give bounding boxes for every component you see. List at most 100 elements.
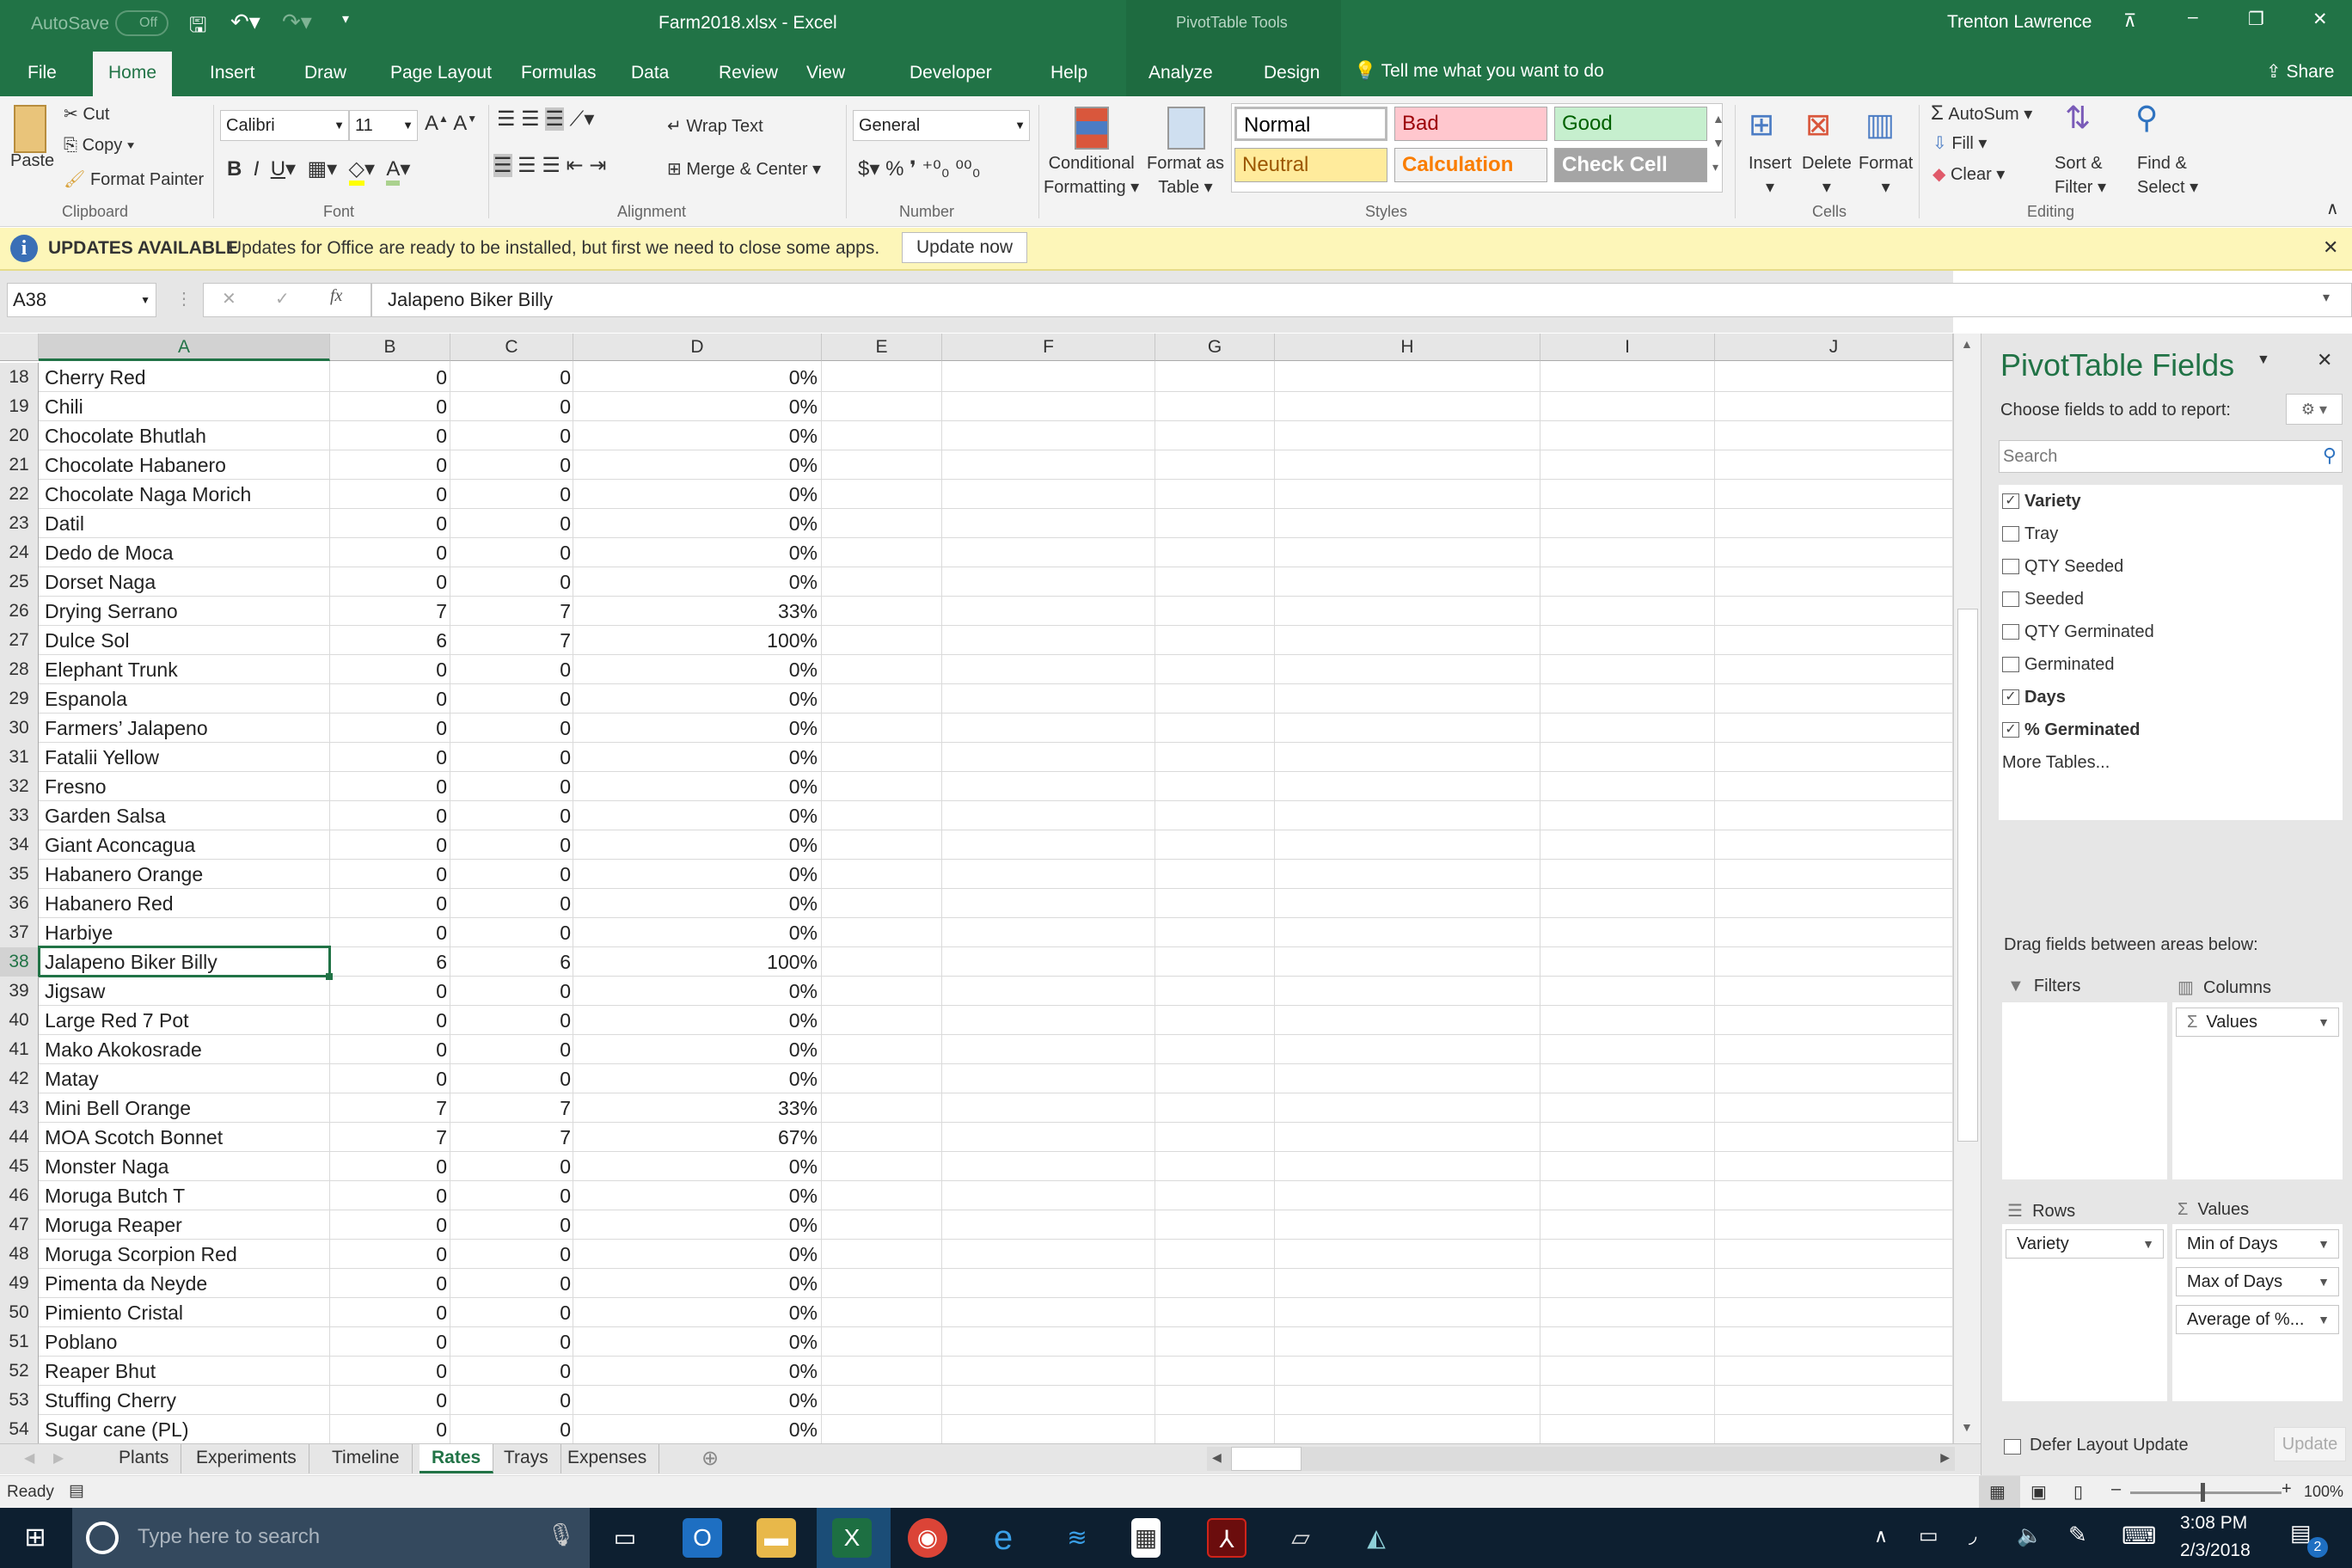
cell-variety[interactable]: Matay [45,1064,99,1093]
columns-drop-area[interactable]: Σ Values ▼ [2172,1002,2343,1179]
microphone-icon[interactable]: 🎙 [547,1522,575,1548]
row-header[interactable]: 47 [0,1210,39,1240]
cell-min-days[interactable]: 0 [330,421,447,450]
row-header[interactable]: 39 [0,977,39,1006]
cell-avg-germinated[interactable]: 0% [573,1240,818,1269]
cell-variety[interactable]: Chocolate Habanero [45,450,226,480]
tab-home[interactable]: Home [93,52,173,96]
cell-variety[interactable]: Habanero Orange [45,860,203,889]
borders-icon[interactable]: ▦▾ [307,157,337,181]
cell-variety[interactable]: Pimiento Cristal [45,1298,183,1327]
row-header[interactable]: 46 [0,1181,39,1210]
find-icon[interactable]: ⚲ [2135,100,2158,136]
format-button[interactable]: Format ▾ [1859,151,1913,199]
cell-max-days[interactable]: 0 [450,1210,571,1240]
cell-min-days[interactable]: 7 [330,597,447,626]
cell-max-days[interactable]: 0 [450,830,571,860]
clock-time[interactable]: 3:08 PM [2180,1513,2247,1534]
row-header[interactable]: 41 [0,1035,39,1064]
cell-variety[interactable]: MOA Scotch Bonnet [45,1123,223,1152]
cell-variety[interactable]: Garden Salsa [45,801,166,830]
field-checkbox[interactable]: ✓ [2002,689,2019,705]
cell-variety[interactable]: Espanola [45,684,127,714]
cell-variety[interactable]: Moruga Butch T [45,1181,185,1210]
cell-min-days[interactable]: 0 [330,889,447,918]
area-field-pill[interactable]: Max of Days ▼ [2176,1267,2339,1296]
zoom-level[interactable]: 100% [2304,1483,2343,1501]
horizontal-align-icons[interactable]: ☰ ☰ ☰ ⇤ ⇥ [493,153,606,178]
close-notification-icon[interactable]: ✕ [2323,236,2338,259]
cell-max-days[interactable]: 0 [450,918,571,947]
cell-min-days[interactable]: 6 [330,947,447,977]
row-header[interactable]: 26 [0,597,39,626]
cell-avg-germinated[interactable]: 0% [573,1035,818,1064]
cell-avg-germinated[interactable]: 0% [573,743,818,772]
field-label[interactable]: QTY Germinated [2024,622,2154,642]
internet-explorer-icon[interactable]: e [983,1518,1023,1558]
fill-button[interactable]: ⇩ Fill ▾ [1932,132,1987,154]
row-header[interactable]: 24 [0,538,39,567]
cell-variety[interactable]: Elephant Trunk [45,655,178,684]
cell-max-days[interactable]: 0 [450,1152,571,1181]
pane-options-icon[interactable]: ▼ [2257,352,2270,368]
cell-min-days[interactable]: 0 [330,1269,447,1298]
cell-max-days[interactable]: 0 [450,480,571,509]
cell-max-days[interactable]: 0 [450,1006,571,1035]
column-header-F[interactable]: F [942,334,1155,361]
cell-min-days[interactable]: 0 [330,1357,447,1386]
cell-max-days[interactable]: 0 [450,421,571,450]
cell-max-days[interactable]: 0 [450,1035,571,1064]
cell-max-days[interactable]: 7 [450,626,571,655]
format-as-table-button[interactable]: Format as Table ▾ [1147,151,1224,199]
style-calculation[interactable]: Calculation [1394,148,1547,182]
sheet-tab-expenses[interactable]: Expenses [555,1444,660,1473]
cell-avg-germinated[interactable]: 0% [573,363,818,392]
cell-variety[interactable]: Moruga Scorpion Red [45,1240,237,1269]
column-header-E[interactable]: E [822,334,942,361]
cell-max-days[interactable]: 0 [450,1240,571,1269]
chevron-down-icon[interactable]: ▼ [2318,1306,2330,1333]
bold-icon[interactable]: B [227,157,242,181]
taskbar-search-box[interactable]: Type here to search 🎙 [72,1508,590,1568]
delete-cells-icon[interactable]: ⊠ [1805,107,1831,143]
cell-max-days[interactable]: 0 [450,772,571,801]
cell-avg-germinated[interactable]: 0% [573,421,818,450]
row-header[interactable]: 48 [0,1240,39,1269]
cell-variety[interactable]: Drying Serrano [45,597,178,626]
autosave-toggle[interactable]: Off [115,10,168,36]
ribbon-display-icon[interactable]: ⊼ [2123,10,2136,32]
scrollbar-thumb[interactable] [1957,609,1978,1142]
search-icon[interactable]: ⚲ [2323,444,2337,467]
cell-min-days[interactable]: 0 [330,714,447,743]
tab-analyze[interactable]: Analyze [1133,52,1228,96]
cell-min-days[interactable]: 0 [330,918,447,947]
cell-avg-germinated[interactable]: 0% [573,1269,818,1298]
app-icon[interactable]: ◭ [1357,1518,1396,1558]
column-header-A[interactable]: A [39,334,330,361]
redo-icon[interactable]: ↷▾ [282,9,312,35]
tab-page-layout[interactable]: Page Layout [375,52,507,96]
style-good[interactable]: Good [1554,107,1707,141]
tab-design[interactable]: Design [1248,52,1335,96]
clear-button[interactable]: ◆ Clear ▾ [1932,163,2005,185]
zoom-out-icon[interactable]: – [2111,1479,2121,1499]
column-header-C[interactable]: C [450,334,573,361]
cell-variety[interactable]: Chocolate Naga Morich [45,480,251,509]
row-header[interactable]: 33 [0,801,39,830]
tab-review[interactable]: Review [703,52,793,96]
cell-variety[interactable]: Farmers’ Jalapeno [45,714,208,743]
maximize-icon[interactable]: ❐ [2248,9,2264,30]
cell-variety[interactable]: Giant Aconcagua [45,830,195,860]
scroll-up-icon[interactable]: ▲ [1961,337,1973,351]
cell-variety[interactable]: Fatalii Yellow [45,743,159,772]
cell-min-days[interactable]: 7 [330,1093,447,1123]
row-header[interactable]: 53 [0,1386,39,1415]
prev-sheet-icon[interactable]: ◀ [24,1449,34,1467]
cut-button[interactable]: ✂ Cut [64,103,109,125]
battery-icon[interactable]: ▭ [1919,1523,1939,1548]
save-icon[interactable]: 🖫 [189,10,206,46]
area-field-pill[interactable]: Σ Values ▼ [2176,1008,2339,1037]
cell-avg-germinated[interactable]: 0% [573,450,818,480]
row-header[interactable]: 28 [0,655,39,684]
scroll-down-icon[interactable]: ▼ [1961,1420,1973,1434]
